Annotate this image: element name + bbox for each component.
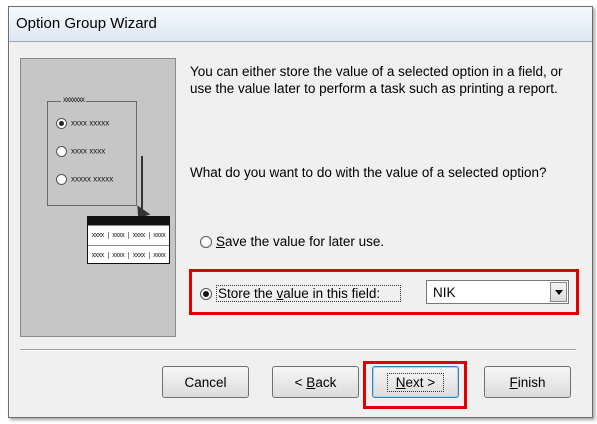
window-title: Option Group Wizard: [16, 15, 157, 32]
store-in-field-option[interactable]: Store the value in this field:: [200, 285, 402, 302]
save-for-later-option[interactable]: Save the value for later use.: [200, 234, 384, 249]
save-for-later-label: Save the value for later use.: [216, 234, 385, 249]
illustration-table-row: xxxx xxxx xxxx xxxx: [88, 245, 169, 265]
radio-button-selected[interactable]: [200, 287, 212, 300]
illustration-frame-caption: xxxxxxx: [61, 95, 86, 104]
next-button-highlight: [363, 361, 467, 409]
illustration-option-group-frame: xxxxxxx xxxx xxxxx xxxx xxxx xxxxx xxxxx: [47, 95, 137, 206]
illustration-option: xxxx xxxx: [56, 146, 105, 158]
wizard-illustration: xxxxxxx xxxx xxxxx xxxx xxxx xxxxx xxxxx…: [20, 58, 176, 337]
field-select-combobox[interactable]: NIK: [426, 280, 569, 304]
radio-icon: [56, 174, 67, 185]
radio-icon: [56, 146, 67, 157]
back-button[interactable]: < Back: [272, 366, 359, 398]
illustration-option: xxxxx xxxxx: [56, 174, 113, 186]
illustration-table-row: xxxx xxxx xxxx xxxx: [88, 225, 169, 245]
illustration-table: xxxx xxxx xxxx xxxx xxxx xxxx xxxx xxxx: [87, 216, 170, 264]
arrow-line: [141, 156, 143, 213]
illustration-table-header: [88, 217, 169, 225]
dropdown-button[interactable]: [550, 282, 567, 302]
wizard-question: What do you want to do with the value of…: [190, 165, 547, 180]
finish-button[interactable]: Finish: [484, 366, 571, 398]
field-select-value: NIK: [433, 285, 456, 300]
title-bar: Option Group Wizard: [9, 7, 592, 42]
radio-button[interactable]: [200, 235, 212, 248]
wizard-description: You can either store the value of a sele…: [190, 64, 563, 96]
store-in-field-label: Store the value in this field:: [216, 285, 402, 302]
cancel-button[interactable]: Cancel: [162, 366, 249, 398]
chevron-down-icon: [554, 289, 563, 295]
illustration-option: xxxx xxxxx: [56, 118, 109, 130]
radio-selected-icon: [56, 118, 67, 129]
footer-divider: [20, 349, 576, 351]
